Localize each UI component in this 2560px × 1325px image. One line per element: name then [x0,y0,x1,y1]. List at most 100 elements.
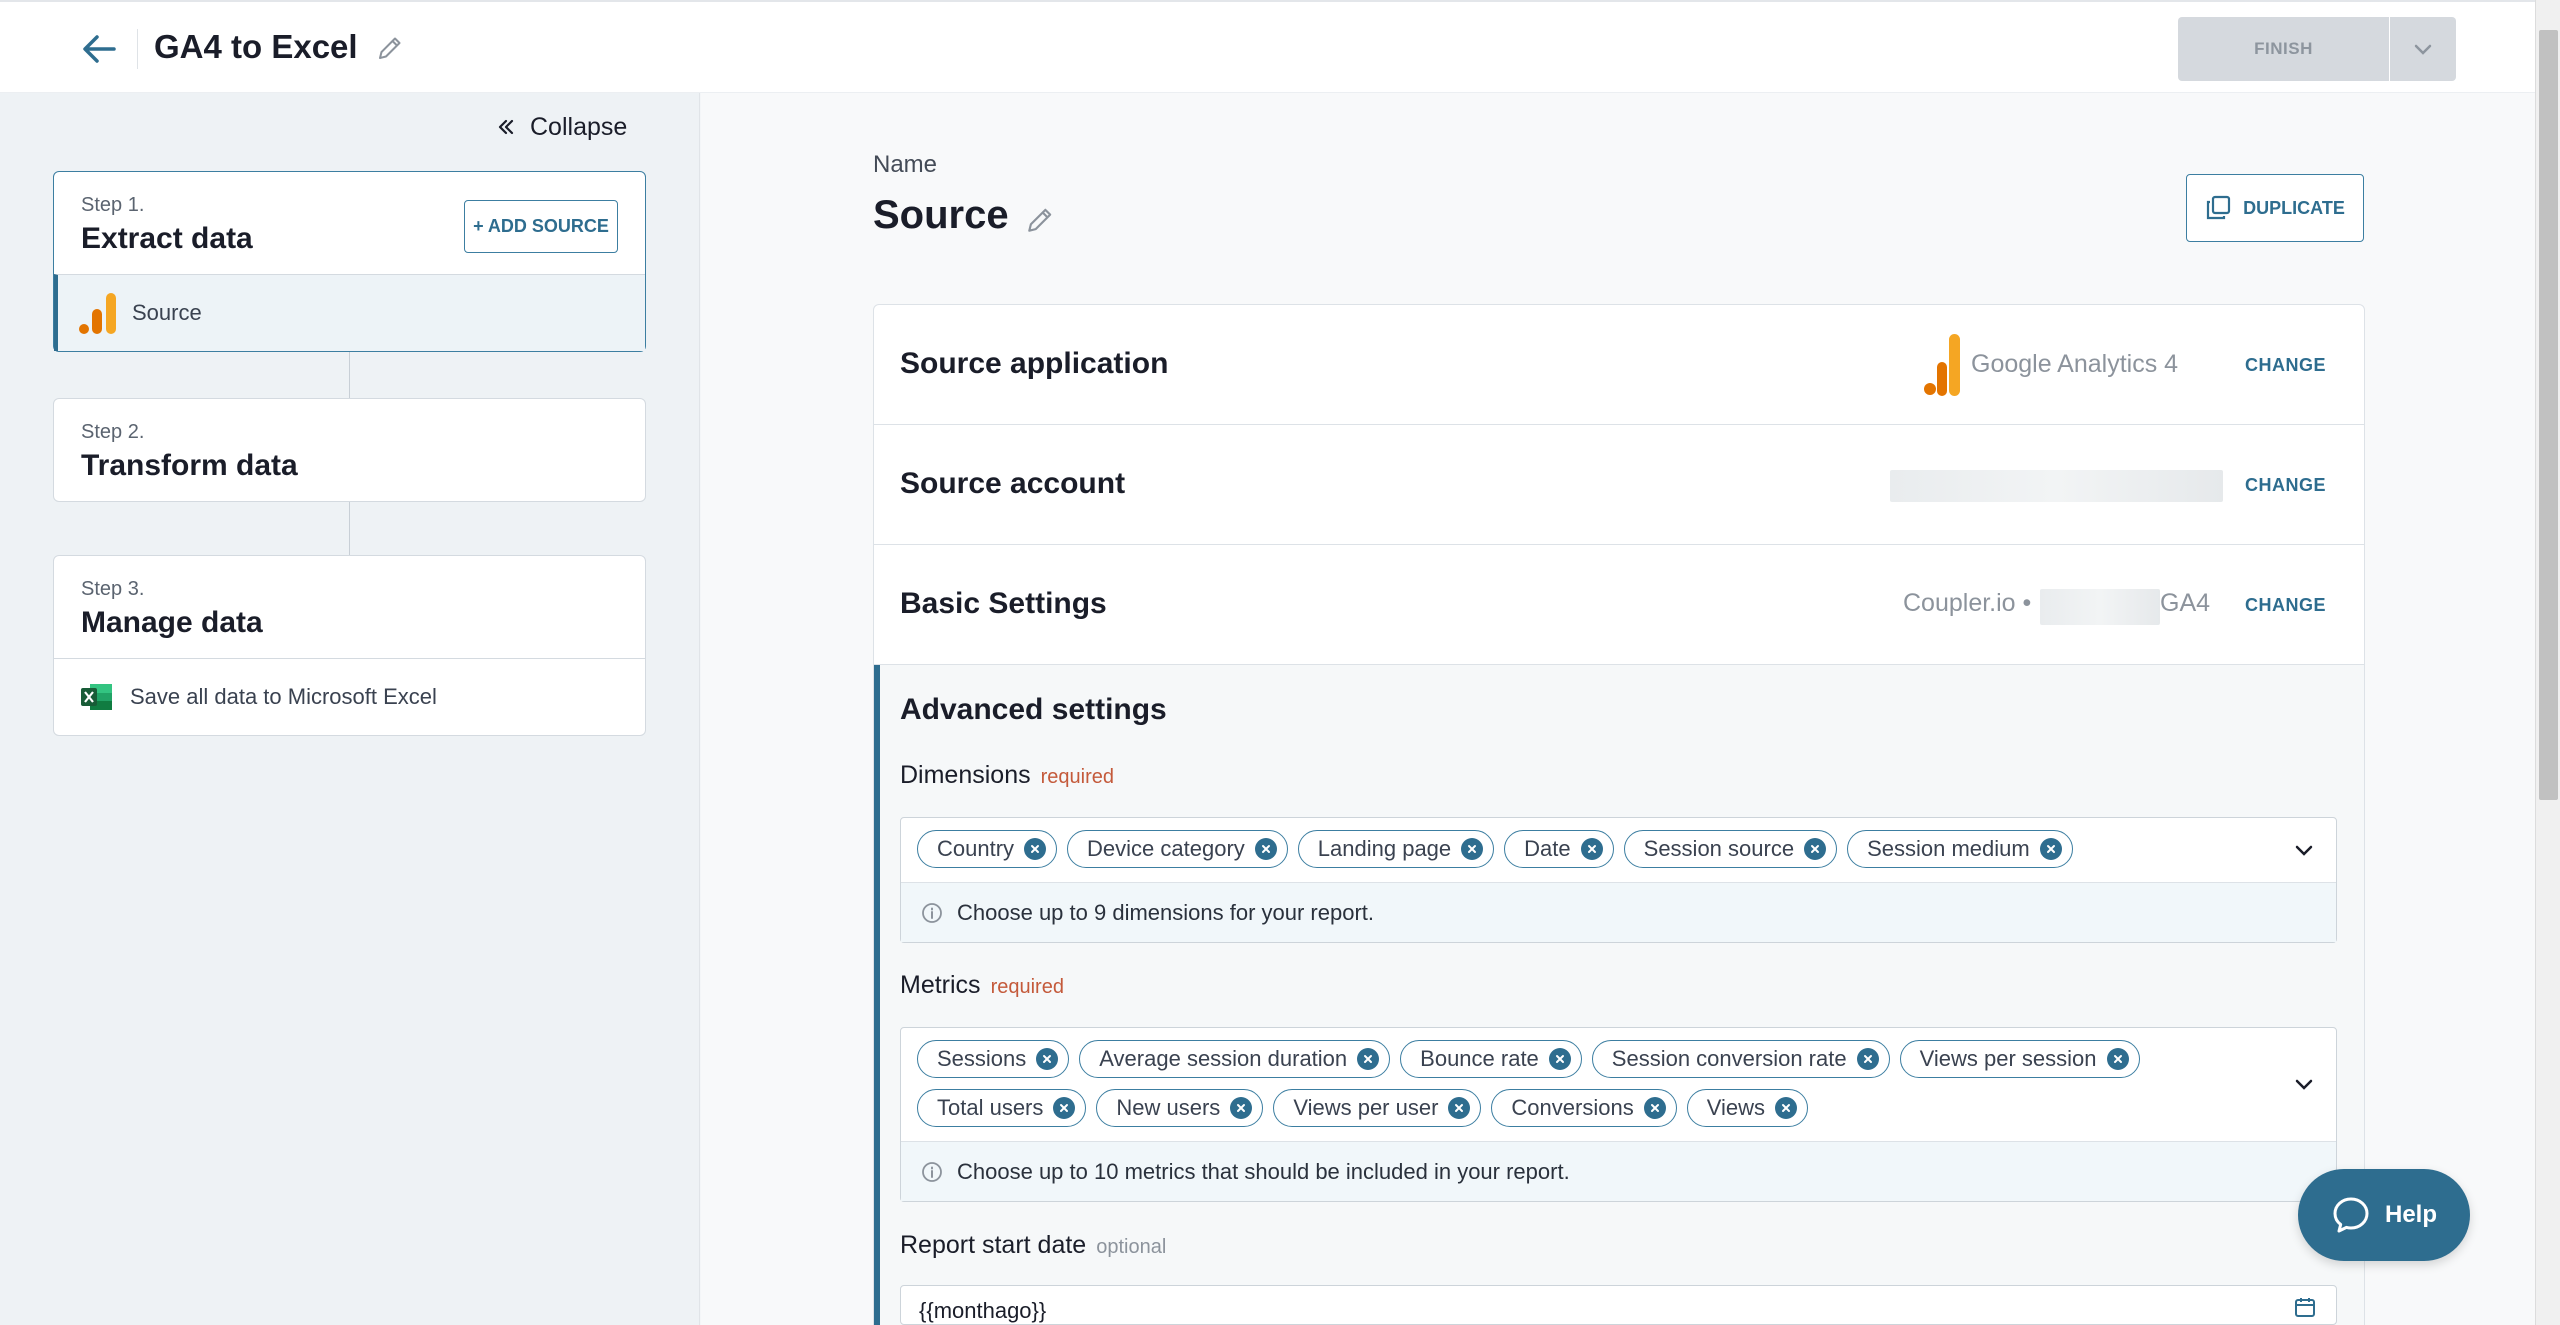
remove-chip-icon[interactable] [1856,1048,1879,1070]
calendar-icon[interactable] [2294,1296,2316,1318]
chip-label: Conversions [1511,1095,1634,1120]
remove-chip-icon[interactable] [1230,1097,1253,1119]
google-analytics-icon [1924,334,1960,396]
source-title: Source [873,193,1009,237]
chip-label: Total users [937,1095,1044,1120]
step-title: Manage data [81,606,263,639]
remove-chip-icon[interactable] [1548,1048,1571,1070]
chip-label: Session source [1643,836,1795,861]
optional-tag: optional [1096,1236,1167,1258]
chevron-down-icon[interactable] [2389,17,2456,81]
dimension-chip: Session medium [1847,830,2073,868]
double-chevron-left-icon [498,119,514,135]
page-title: GA4 to Excel [154,28,358,65]
divider [137,29,138,69]
step-title: Extract data [81,222,253,255]
chip-label: Views [1706,1095,1765,1120]
excel-item-label: Save all data to Microsoft Excel [130,684,437,709]
start-date-input[interactable]: {{monthago}} [900,1285,2337,1325]
metric-chip: Total users [917,1089,1087,1127]
redacted-property [2040,589,2160,625]
step-label: Step 3. [81,578,145,600]
sidebar-item-source[interactable]: Source [54,274,645,351]
top-bar: GA4 to Excel FINISH [0,0,2535,93]
collapse-button[interactable]: Collapse [496,111,627,143]
chevron-down-icon[interactable] [2292,838,2316,862]
remove-chip-icon[interactable] [1775,1097,1797,1119]
scrollbar[interactable] [2535,0,2560,1325]
row-title: Source account [900,467,1126,500]
remove-chip-icon[interactable] [1461,838,1484,860]
step-card-manage[interactable]: Step 3. Manage data Save all data to Mic… [53,555,646,736]
dimension-chip: Date [1504,830,1614,868]
chip-label: Device category [1087,836,1245,861]
basic-settings-prefix: Coupler.io • [1903,589,2032,617]
step-label: Step 1. [81,194,145,216]
metric-chip: Average session duration [1079,1040,1391,1078]
pencil-icon[interactable] [376,34,406,64]
source-item-label: Source [132,300,202,325]
main-content: Name Source DUPLICATE Source application… [701,93,2535,1325]
step-label: Step 2. [81,421,145,443]
remove-chip-icon[interactable] [1580,838,1603,860]
row-title: Source application [900,347,1169,380]
back-arrow-icon[interactable] [80,30,118,68]
remove-chip-icon[interactable] [1357,1048,1380,1070]
metric-chip: Views per session [1899,1040,2140,1078]
metric-chips: Total users New users Views per user Conver… [917,1089,2217,1127]
required-tag: required [1040,766,1114,788]
help-label: Help [2384,1201,2437,1228]
pencil-icon[interactable] [1025,205,1057,237]
add-source-button[interactable]: + ADD SOURCE [464,200,618,253]
metrics-hint-text: Choose up to 10 metrics that should be i… [957,1158,1570,1184]
chip-label: Landing page [1317,836,1452,861]
chip-label: Views per user [1293,1095,1439,1120]
remove-chip-icon[interactable] [1643,1097,1666,1119]
chip-label: Views per session [1919,1046,2097,1071]
dimension-chips: Country Device category Landing page Date Se… [917,830,2217,868]
basic-settings-suffix: GA4 [2160,589,2211,617]
change-basic-link[interactable]: CHANGE [2245,595,2326,616]
metric-chip: Conversions [1491,1089,1677,1127]
remove-chip-icon[interactable] [2039,838,2062,860]
scrollbar-thumb[interactable] [2539,30,2558,800]
step-card-extract[interactable]: Step 1. Extract data + ADD SOURCE Source [53,171,646,352]
chevron-down-icon[interactable] [2292,1072,2316,1096]
duplicate-label: DUPLICATE [2243,197,2345,218]
change-account-link[interactable]: CHANGE [2245,475,2326,496]
excel-icon [81,684,112,710]
change-application-link[interactable]: CHANGE [2245,355,2326,376]
chip-label: Sessions [937,1046,1027,1071]
remove-chip-icon[interactable] [1053,1097,1076,1119]
finish-button-group: FINISH [2178,17,2456,81]
sidebar-item-excel[interactable]: Save all data to Microsoft Excel [54,658,645,735]
finish-button[interactable]: FINISH [2178,17,2389,81]
basic-settings-row: Basic Settings Coupler.io • GA4 CHANGE [874,545,2364,665]
chip-label: Session conversion rate [1611,1046,1847,1071]
source-account-row: Source account CHANGE [874,425,2364,545]
metric-chip: Session conversion rate [1591,1040,1890,1078]
start-date-label-text: Report start date [900,1231,1087,1259]
source-application-row: Source application Google Analytics 4 CH… [874,305,2364,425]
remove-chip-icon[interactable] [1036,1048,1059,1070]
info-icon [922,902,942,923]
chat-bubble-icon [2333,1197,2369,1233]
remove-chip-icon[interactable] [1254,838,1277,860]
duplicate-button[interactable]: DUPLICATE [2186,174,2364,242]
remove-chip-icon[interactable] [1448,1097,1471,1119]
metrics-select[interactable]: Sessions Average session duration Bounce r… [900,1027,2337,1202]
redacted-account [1890,470,2223,502]
source-settings-panel: Source application Google Analytics 4 CH… [873,304,2365,1325]
remove-chip-icon[interactable] [1024,838,1047,860]
dimension-chip: Landing page [1297,830,1495,868]
chip-label: Session medium [1867,836,2030,861]
row-title: Basic Settings [900,587,1107,620]
name-label: Name [873,151,938,178]
step-card-transform[interactable]: Step 2. Transform data [53,398,646,502]
dimensions-select[interactable]: Country Device category Landing page Date Se… [900,817,2337,943]
collapse-label: Collapse [530,112,628,141]
remove-chip-icon[interactable] [2106,1048,2129,1070]
help-button[interactable]: Help [2298,1169,2470,1261]
remove-chip-icon[interactable] [1804,838,1827,860]
metric-chip: Bounce rate [1400,1040,1582,1078]
